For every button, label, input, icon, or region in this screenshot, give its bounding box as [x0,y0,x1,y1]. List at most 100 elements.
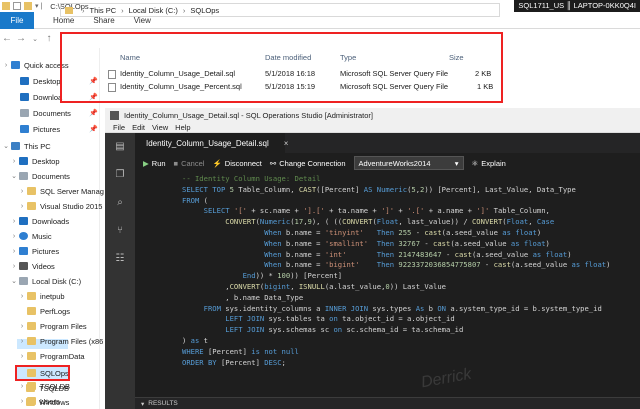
sql-ops-window: Identity_Column_Usage_Detail.sql - SQL O… [105,108,640,409]
nav-program-files[interactable]: › Program Files [18,320,87,332]
database-select[interactable]: AdventureWorks2014 ▾ [353,156,464,170]
stop-icon: ■ [173,158,179,168]
disconnect-button[interactable]: ⚡ Disconnect [212,159,261,168]
nav-label: Local Disk (C:) [32,276,82,286]
up-arrow-icon[interactable]: ↑ [42,33,56,44]
nav-local-disk[interactable]: ⌄ Local Disk (C:) [10,275,81,287]
documents-icon [19,172,28,180]
quick-access-toolbar: ▾ | [0,0,42,12]
nav-pc-downloads[interactable]: › Downloads [10,215,69,227]
nav-label: TSQLDB [39,383,70,393]
pictures-icon [19,247,28,255]
nav-label: Windows [39,397,70,407]
pin-icon: 📌 [89,126,98,133]
nav-pc-pictures[interactable]: › Pictures [10,245,59,257]
nav-label: Videos [32,261,55,271]
documents-icon [20,109,29,117]
change-connection-button[interactable]: ⚯ Change Connection [270,159,346,168]
play-icon: ▶ [143,158,149,168]
nav-videos[interactable]: › Videos [10,260,55,272]
nav-perflogs[interactable]: PerfLogs [18,305,70,317]
menu-file[interactable]: File [113,123,125,132]
nav-sql-server[interactable]: › SQL Server Manag [18,185,104,197]
nav-label: Music [32,231,52,241]
pin-icon: 📌 [89,110,98,117]
ops-menu-bar: File Edit View Help [105,122,640,133]
breadcrumb-sqlops[interactable]: SQLOps [190,6,219,15]
computer-icon [11,142,20,150]
nav-label: This PC [24,141,51,151]
nav-pc-desktop[interactable]: › Desktop [10,155,60,167]
nav-label: Documents [32,171,70,181]
change-connection-label: Change Connection [279,158,346,168]
source-control-icon[interactable]: ⑂ [114,225,126,237]
nav-music[interactable]: › Music [10,230,52,242]
nav-label: ProgramData [40,351,85,361]
nav-quick-access[interactable]: › Quick access [2,59,69,71]
nav-label: Program Files (x86 [40,336,104,346]
files-highlight-box [60,32,503,103]
search-icon[interactable]: ⌕ [114,197,126,209]
customize-qa-icon[interactable]: ▾ | [35,2,42,10]
disconnect-label: Disconnect [224,158,262,168]
back-arrow-icon[interactable]: ← [0,33,14,44]
desktop-screenshot: ▾ | C:\SQLOps SQL1711_US ║ LAPTOP-0KK0Q4… [0,0,640,409]
database-value: AdventureWorks2014 [358,158,431,168]
explain-button[interactable]: ⚛ Explain [472,159,506,168]
nav-visual-studio[interactable]: › Visual Studio 2015 [18,200,103,212]
nav-documents-quick[interactable]: Documents [20,107,71,119]
recent-chevron-icon[interactable]: ⌄ [28,35,42,43]
nav-desktop-quick[interactable]: Desktop [20,75,61,87]
nav-program-files-x86[interactable]: › Program Files (x86 [18,335,104,347]
chevron-right-icon: › [82,5,85,15]
videos-icon [19,262,28,270]
task-history-icon[interactable]: ☷ [114,253,126,265]
folder-icon [27,202,36,210]
nav-program-data[interactable]: › ProgramData [18,350,85,362]
breadcrumb-this-pc[interactable]: This PC [90,6,117,15]
nav-label: PerfLogs [40,306,71,316]
properties-icon[interactable] [13,2,21,10]
run-label: Run [151,158,166,168]
nav-pc-documents[interactable]: ⌄ Documents [10,170,70,182]
menu-help[interactable]: Help [175,123,190,132]
folder-icon [27,337,36,345]
title-right-area: SQL1711_US ║ LAPTOP-0KK0Q4I [514,0,640,12]
files-icon[interactable]: ❐ [114,169,126,181]
menu-edit[interactable]: Edit [132,123,145,132]
forward-arrow-icon[interactable]: → [14,33,28,44]
nav-label: SQL Server Manag [40,186,104,196]
tab-file[interactable]: File [0,11,34,29]
nav-this-pc[interactable]: ⌄ This PC [2,140,51,152]
folder-icon [65,6,73,14]
menu-view[interactable]: View [152,123,168,132]
folder-icon [26,384,35,392]
drive-icon [19,277,28,285]
nav-inetpub[interactable]: › inetpub [18,290,65,302]
sql-editor[interactable]: -- Identity Column Usage: Detail SELECT … [135,174,640,394]
close-icon[interactable]: × [284,139,289,148]
breadcrumb-local-disk[interactable]: Local Disk (C:) [129,6,178,15]
nav-tsqldb-2[interactable]: TSQLDB [26,382,69,394]
breadcrumb[interactable]: › This PC › Local Disk (C:) › SQLOps [60,3,500,17]
folder-icon [26,398,35,406]
ops-title-bar: Identity_Column_Usage_Detail.sql - SQL O… [105,108,640,122]
cancel-button[interactable]: ■ Cancel [174,159,205,168]
nav-windows[interactable]: Windows [26,396,69,408]
cancel-label: Cancel [181,158,205,168]
desktop-icon [19,157,28,165]
sqlops-highlight-box [15,365,70,381]
app-icon [110,110,119,120]
activity-bar: ▤ ❐ ⌕ ⑂ ☷ [105,133,135,409]
explain-label: Explain [481,158,506,168]
nav-downloads-quick[interactable]: Downloa [20,91,62,103]
run-button[interactable]: ▶ Run [143,159,166,168]
results-panel-header[interactable]: ▾ RESULTS [135,397,640,409]
results-label: RESULTS [148,400,178,407]
explain-icon: ⚛ [471,158,479,168]
nav-pictures-quick[interactable]: Pictures [20,123,60,135]
servers-icon[interactable]: ▤ [114,141,126,153]
new-folder-icon[interactable] [24,2,32,10]
chevron-down-icon: ▾ [141,400,145,408]
tab-query-file[interactable]: Identity_Column_Usage_Detail.sql × [135,133,288,153]
